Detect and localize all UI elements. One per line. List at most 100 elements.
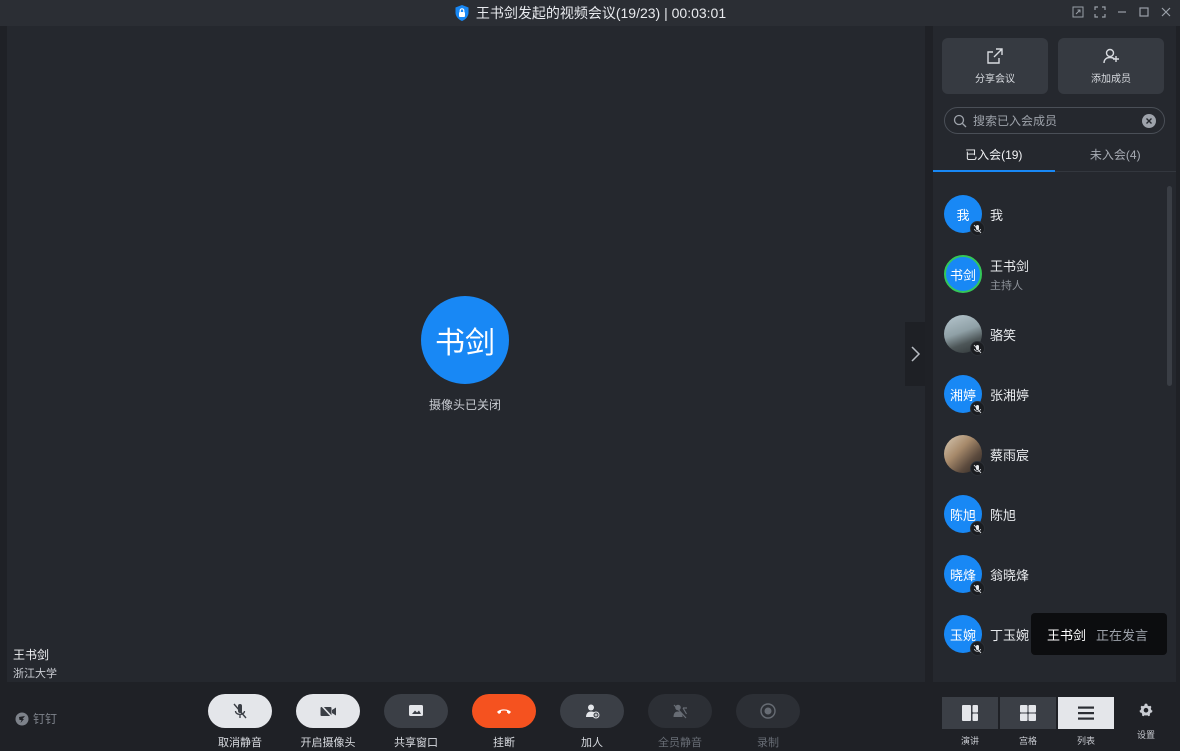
avatar: 书剑 (944, 255, 982, 293)
view-list-label: 列表 (1076, 736, 1095, 746)
camera-on-label: 开启摄像头 (300, 737, 356, 749)
toast-speaker: 王书剑 (1047, 627, 1087, 643)
mic-muted-icon (970, 581, 985, 596)
maximize-icon[interactable] (1136, 3, 1152, 21)
view-list-box[interactable] (1058, 697, 1114, 729)
add-person-pill[interactable] (560, 694, 624, 728)
clear-search-icon[interactable] (1142, 113, 1156, 128)
member-search[interactable] (944, 107, 1165, 134)
avatar: 我 (944, 195, 985, 236)
search-input[interactable] (973, 113, 1133, 128)
shield-lock-icon (455, 5, 469, 21)
list-item[interactable]: 湘婷 张湘婷 (944, 374, 1029, 416)
mic-muted-icon (970, 221, 985, 236)
panel-toggle-button[interactable] (905, 322, 925, 386)
mute-all-label: 全员静音 (658, 737, 702, 749)
title-wrap: 王书剑发起的视频会议(19/23) | 00:03:01 (454, 3, 726, 23)
window-controls (1070, 3, 1174, 21)
camera-on-pill[interactable] (296, 694, 360, 728)
avatar-text: 陈旭 (949, 507, 976, 523)
unmute-label: 取消静音 (218, 737, 262, 749)
avatar: 晓烽 (944, 555, 985, 596)
mic-muted-icon (970, 341, 985, 356)
unmute-pill[interactable] (208, 694, 272, 728)
mic-muted-icon (970, 521, 985, 536)
hang-up-label: 挂断 (493, 737, 515, 749)
avatar-text: 书剑 (949, 267, 976, 283)
member-text: 王书剑 主持人 (990, 256, 1029, 293)
settings-button[interactable]: 设置 (1130, 702, 1162, 741)
list-item[interactable]: 书剑 王书剑 主持人 (944, 254, 1029, 294)
dingtalk-logo-icon (15, 712, 29, 725)
member-text: 张湘婷 (990, 385, 1029, 404)
close-icon[interactable] (1158, 3, 1174, 21)
list-item[interactable]: 蔡雨宸 (944, 434, 1029, 476)
member-role: 主持人 (990, 279, 1023, 292)
share-meeting-label: 分享会议 (975, 74, 1015, 85)
list-item[interactable]: 晓烽 翁晓烽 (944, 554, 1029, 596)
speaker-organization: 浙江大学 (13, 668, 57, 680)
popout-icon[interactable] (1070, 3, 1086, 21)
record-button[interactable]: 录制 (736, 694, 800, 750)
camera-on-button[interactable]: 开启摄像头 (296, 694, 360, 750)
search-icon (953, 114, 967, 127)
list-item[interactable]: 骆笑 (944, 314, 1016, 356)
unmute-button[interactable]: 取消静音 (208, 694, 272, 750)
toast-state: 正在发言 (1096, 627, 1149, 643)
mic-muted-icon (970, 401, 985, 416)
tab-joined[interactable]: 已入会(19) (933, 138, 1055, 172)
member-text: 陈旭 (990, 505, 1016, 524)
add-member-label: 添加成员 (1091, 74, 1131, 85)
chevron-right-icon (911, 346, 921, 362)
view-switcher: 演讲 宫格 列表 (942, 697, 1114, 747)
add-person-button[interactable]: 加人 (560, 694, 624, 750)
mic-muted-icon (970, 641, 985, 656)
member-text: 骆笑 (990, 325, 1016, 344)
member-name: 我 (990, 207, 1004, 223)
view-grid-button[interactable]: 宫格 (1000, 697, 1056, 747)
gear-icon (1139, 703, 1153, 717)
list-item[interactable]: 玉婉 丁玉婉 (944, 614, 1029, 656)
add-member-button[interactable]: 添加成员 (1058, 38, 1164, 94)
mute-all-pill[interactable] (648, 694, 712, 728)
share-meeting-button[interactable]: 分享会议 (942, 38, 1048, 94)
view-grid-box[interactable] (1000, 697, 1056, 729)
member-name: 陈旭 (990, 507, 1017, 523)
record-pill[interactable] (736, 694, 800, 728)
view-list-button[interactable]: 列表 (1058, 697, 1114, 747)
add-person-label: 加人 (581, 737, 603, 749)
list-item[interactable]: 我 我 (944, 194, 1004, 236)
brand-name: 钉钉 (33, 712, 58, 726)
share-window-button[interactable]: 共享窗口 (384, 694, 448, 750)
screen-share-icon (409, 705, 423, 716)
avatar-text: 玉婉 (949, 627, 976, 643)
view-speaker-box[interactable] (942, 697, 998, 729)
mic-muted-icon (970, 461, 985, 476)
mic-muted-icon (233, 703, 247, 719)
member-text: 蔡雨宸 (990, 445, 1029, 464)
share-window-pill[interactable] (384, 694, 448, 728)
view-speaker-button[interactable]: 演讲 (942, 697, 998, 747)
hang-up-button[interactable]: 挂断 (472, 694, 536, 750)
member-list-scrollbar[interactable] (1167, 186, 1172, 386)
minimize-icon[interactable] (1114, 3, 1130, 21)
speaker-avatar: 书剑 (421, 296, 509, 384)
add-person-icon (586, 704, 600, 719)
list-item[interactable]: 陈旭 陈旭 (944, 494, 1016, 536)
control-bar: 钉钉 取消静音 开启摄像头 共享窗口 挂断 加人 全员静音 录制 演讲 宫格 列… (0, 682, 1180, 751)
view-speaker-label: 演讲 (960, 736, 979, 746)
add-user-icon (1103, 48, 1119, 64)
hang-up-pill[interactable] (472, 694, 536, 728)
window-title: 王书剑发起的视频会议(19/23) | 00:03:01 (475, 5, 727, 21)
tab-not-joined[interactable]: 未入会(4) (1055, 138, 1177, 171)
member-name: 张湘婷 (990, 387, 1030, 403)
view-grid-label: 宫格 (1018, 736, 1037, 746)
hang-up-icon (497, 709, 511, 714)
speaking-toast: 王书剑 正在发言 (1031, 613, 1167, 655)
mute-all-button[interactable]: 全员静音 (648, 694, 712, 750)
avatar-text: 湘婷 (949, 387, 976, 403)
fullscreen-icon[interactable] (1092, 3, 1108, 21)
member-name: 骆笑 (990, 327, 1017, 343)
camera-status: 摄像头已关闭 (428, 398, 501, 412)
avatar: 陈旭 (944, 495, 985, 536)
